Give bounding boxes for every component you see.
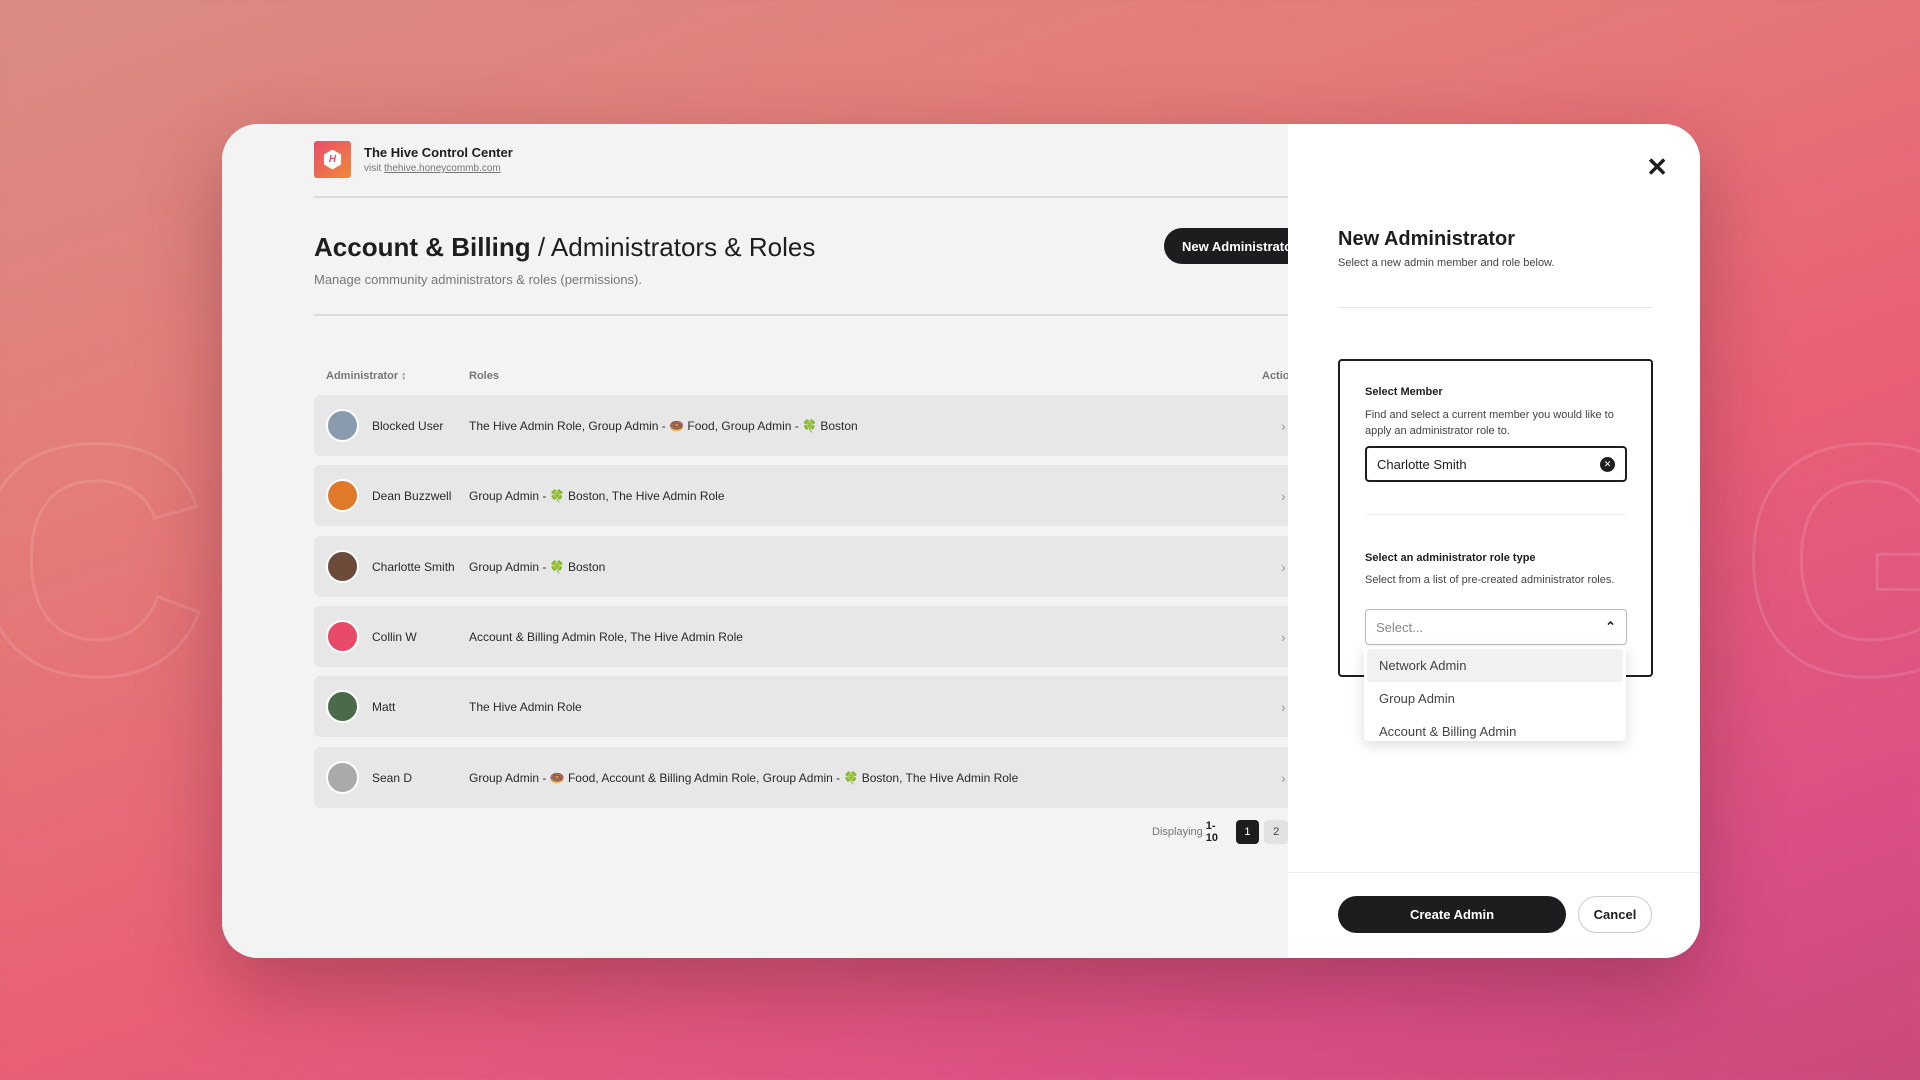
visit-label: visit	[364, 163, 382, 174]
divider	[314, 196, 1288, 198]
role-option-network-admin[interactable]: Network Admin	[1367, 649, 1623, 682]
clear-icon[interactable]: ✕	[1600, 457, 1615, 472]
close-icon[interactable]: ✕	[1646, 154, 1668, 180]
page-1-button[interactable]: 1	[1235, 820, 1260, 844]
page-title-section: Account & Billing	[314, 232, 531, 262]
brand-visit: visit thehive.honeycommb.com	[364, 163, 513, 174]
brand-title: The Hive Control Center	[364, 145, 513, 160]
chevron-right-icon[interactable]: ›	[1281, 559, 1286, 575]
logo-mark: H	[323, 149, 342, 170]
table-row[interactable]: Matt The Hive Admin Role ›	[314, 676, 1288, 737]
column-header-roles: Roles	[469, 370, 499, 382]
role-select[interactable]: Select... ⌃	[1365, 609, 1627, 645]
page-title: Account & Billing / Administrators & Rol…	[314, 232, 815, 263]
divider	[1338, 307, 1653, 308]
panel-title: New Administrator	[1338, 228, 1516, 250]
avatar	[326, 620, 359, 653]
create-admin-button[interactable]: Create Admin	[1338, 896, 1566, 933]
new-administrator-button[interactable]: New Administrator	[1164, 228, 1288, 264]
avatar	[326, 479, 359, 512]
page-title-subsection: Administrators & Roles	[550, 232, 816, 262]
administrator-name: Matt	[372, 699, 396, 714]
pagination-range: 1-10	[1205, 820, 1218, 844]
chevron-up-icon: ⌃	[1605, 619, 1616, 634]
brand: H The Hive Control Center visit thehive.…	[314, 141, 513, 178]
table-row[interactable]: Dean Buzzwell Group Admin - 🍀 Boston, The…	[314, 465, 1288, 526]
avatar	[326, 690, 359, 723]
column-header-administrator[interactable]: Administrator ↕	[326, 370, 407, 382]
admin-form: Select Member Find and select a current …	[1338, 359, 1653, 677]
member-label: Select Member	[1365, 386, 1443, 398]
chevron-right-icon[interactable]: ›	[1281, 488, 1286, 504]
role-help: Select from a list of pre-created admini…	[1365, 574, 1615, 586]
divider	[1365, 514, 1627, 515]
main-content: H The Hive Control Center visit thehive.…	[222, 124, 1288, 958]
role-option-group-admin[interactable]: Group Admin	[1367, 682, 1623, 715]
chevron-right-icon[interactable]: ›	[1281, 418, 1286, 434]
member-input-value: Charlotte Smith	[1377, 456, 1467, 472]
table-row[interactable]: Sean D Group Admin - 🍩 Food, Account & Bi…	[314, 747, 1288, 808]
chevron-right-icon[interactable]: ›	[1281, 629, 1286, 645]
hive-logo-icon: H	[314, 141, 351, 178]
administrator-name: Dean Buzzwell	[372, 488, 452, 503]
administrator-name: Sean D	[372, 770, 413, 785]
background-letter-left: C	[0, 375, 210, 744]
chevron-right-icon[interactable]: ›	[1281, 699, 1286, 715]
administrator-name: Blocked User	[372, 418, 444, 433]
table-row[interactable]: Blocked User The Hive Admin Role, Group A…	[314, 395, 1288, 456]
title-separator: /	[530, 232, 551, 262]
footer-divider	[1288, 872, 1700, 873]
pagination: Displaying 1-10 1 2	[1152, 820, 1288, 844]
divider	[314, 314, 1288, 316]
administrator-roles: The Hive Admin Role, Group Admin - 🍩 Foo…	[469, 418, 858, 433]
administrator-roles: Group Admin - 🍀 Boston, The Hive Admin R…	[469, 488, 725, 503]
administrator-roles: Group Admin - 🍩 Food, Account & Billing …	[469, 770, 1019, 785]
chevron-right-icon[interactable]: ›	[1281, 770, 1286, 786]
role-option-account-billing-admin[interactable]: Account & Billing Admin	[1367, 715, 1623, 748]
administrator-name: Collin W	[372, 629, 417, 644]
avatar	[326, 409, 359, 442]
administrator-name: Charlotte Smith	[372, 559, 455, 574]
new-administrator-panel: ✕ New Administrator Select a new admin m…	[1288, 124, 1700, 958]
table-row[interactable]: Collin W Account & Billing Admin Role, Th…	[314, 606, 1288, 667]
administrator-roles: Group Admin - 🍀 Boston	[469, 559, 606, 574]
member-search-input[interactable]: Charlotte Smith ✕	[1365, 446, 1627, 482]
role-label: Select an administrator role type	[1365, 552, 1536, 564]
panel-subtitle: Select a new admin member and role below…	[1338, 257, 1555, 269]
avatar	[326, 550, 359, 583]
app-window: H The Hive Control Center visit thehive.…	[222, 124, 1700, 958]
administrator-roles: The Hive Admin Role	[469, 699, 582, 714]
page-2-button[interactable]: 2	[1264, 820, 1288, 844]
member-help: Find and select a current member you wou…	[1365, 409, 1614, 437]
column-header-actions: Actions	[1262, 370, 1288, 382]
table-row[interactable]: Charlotte Smith Group Admin - 🍀 Boston ›	[314, 536, 1288, 597]
avatar	[326, 761, 359, 794]
cancel-button[interactable]: Cancel	[1578, 896, 1652, 933]
pagination-label: Displaying	[1152, 826, 1203, 838]
page-description: Manage community administrators & roles …	[314, 272, 642, 287]
role-select-placeholder: Select...	[1376, 619, 1423, 635]
brand-link[interactable]: thehive.honeycommb.com	[384, 163, 501, 174]
administrator-roles: Account & Billing Admin Role, The Hive A…	[469, 629, 743, 644]
background-letter-right: G	[1739, 375, 1920, 744]
role-dropdown-menu: Network Admin Group Admin Account & Bill…	[1364, 647, 1626, 741]
